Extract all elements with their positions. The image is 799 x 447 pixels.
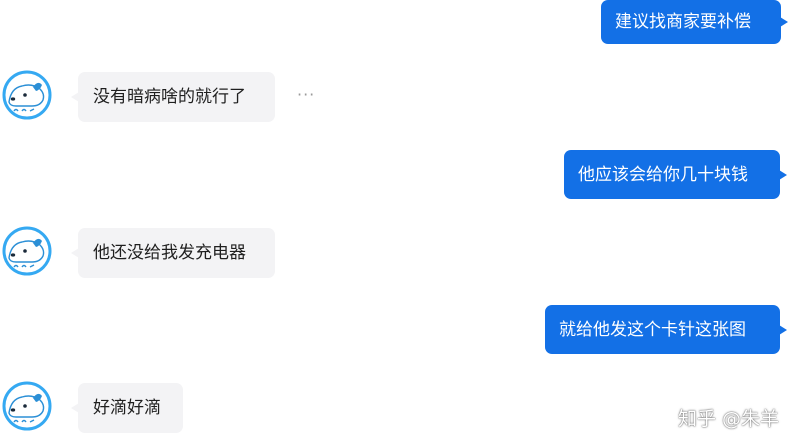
message-text: 就给他发这个卡针这张图 xyxy=(559,319,746,340)
message-text: 建议找商家要补偿 xyxy=(615,12,751,32)
outgoing-message-bubble[interactable]: 建议找商家要补偿 xyxy=(601,0,788,44)
outgoing-message-bubble[interactable]: 就给他发这个卡针这张图 xyxy=(545,305,787,354)
message-text: 他还没给我发充电器 xyxy=(93,243,246,263)
outgoing-message-bubble[interactable]: 他应该会给你几十块钱 xyxy=(564,150,787,199)
message-text: 好滴好滴 xyxy=(93,398,161,418)
message-text: 他应该会给你几十块钱 xyxy=(578,164,748,185)
dog-avatar-icon[interactable] xyxy=(2,381,52,431)
dog-avatar-icon[interactable] xyxy=(2,226,52,276)
more-horizontal-icon[interactable]: ··· xyxy=(297,85,315,104)
message-text: 没有暗病啥的就行了 xyxy=(93,87,246,107)
incoming-message-bubble[interactable]: 没有暗病啥的就行了 xyxy=(71,72,275,122)
incoming-message-bubble[interactable]: 好滴好滴 xyxy=(71,383,183,433)
dog-avatar-icon[interactable] xyxy=(2,70,52,120)
incoming-message-bubble[interactable]: 他还没给我发充电器 xyxy=(71,228,275,278)
zhihu-watermark: 知乎 @朱羊 xyxy=(677,408,779,430)
